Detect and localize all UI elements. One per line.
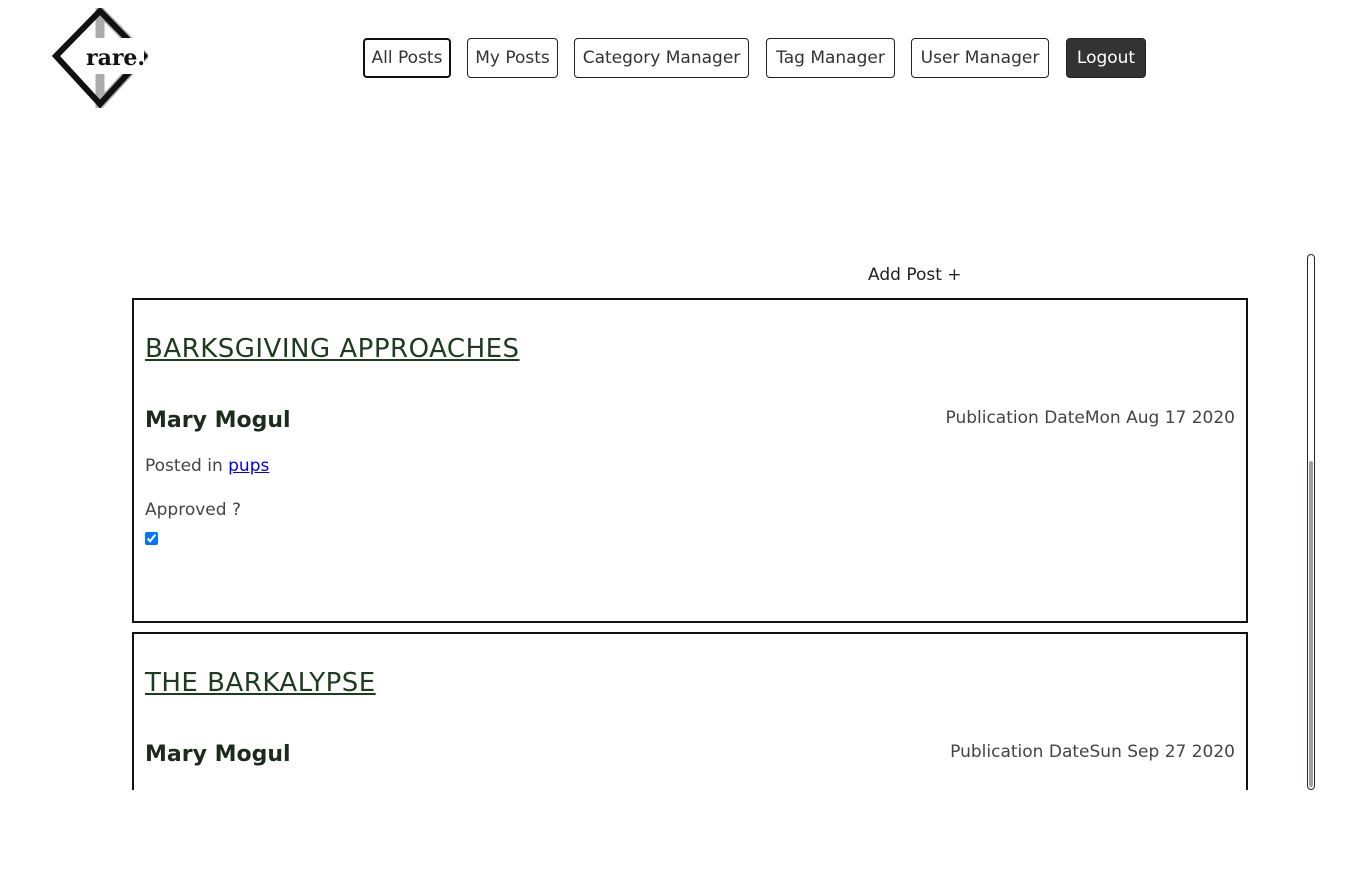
post-publication-date: Publication DateMon Aug 17 2020	[946, 408, 1236, 428]
post-author: Mary Mogul	[145, 742, 291, 767]
publication-date-value: Sun Sep 27 2020	[1089, 742, 1236, 762]
post-card: THE BARKALYPSE Mary Mogul Publication Da…	[132, 632, 1248, 790]
post-list[interactable]: BARKSGIVING APPROACHES Mary Mogul Public…	[132, 298, 1248, 790]
posted-in-label: Posted in	[145, 456, 223, 476]
nav-tag-manager-button[interactable]: Tag Manager	[766, 38, 895, 78]
post-list-scrollbar[interactable]	[1307, 254, 1315, 790]
category-link[interactable]: pups	[228, 456, 269, 476]
approved-checkbox[interactable]	[145, 532, 158, 545]
nav-user-manager-button[interactable]: User Manager	[911, 38, 1049, 78]
logout-button[interactable]: Logout	[1066, 38, 1146, 78]
post-title-link[interactable]: BARKSGIVING APPROACHES	[145, 334, 520, 364]
post-category-line: Posted in pups	[145, 456, 269, 476]
post-title-link[interactable]: THE BARKALYPSE	[145, 668, 376, 698]
publication-date-label: Publication Date	[950, 742, 1090, 762]
nav-my-posts-button[interactable]: My Posts	[467, 38, 558, 78]
post-publication-date: Publication DateSun Sep 27 2020	[950, 742, 1235, 762]
logo-diamond-icon: rare.	[51, 0, 151, 116]
add-post-link[interactable]: Add Post +	[868, 265, 962, 285]
logo-text: rare.	[86, 45, 145, 71]
rare-logo[interactable]: rare.	[51, 0, 151, 116]
publication-date-value: Mon Aug 17 2020	[1084, 408, 1235, 428]
nav-category-manager-button[interactable]: Category Manager	[574, 38, 749, 78]
publication-date-label: Publication Date	[945, 408, 1085, 428]
post-card: BARKSGIVING APPROACHES Mary Mogul Public…	[132, 298, 1248, 623]
scrollbar-thumb[interactable]	[1309, 461, 1313, 787]
approved-label: Approved ?	[145, 500, 241, 520]
post-author: Mary Mogul	[145, 408, 291, 433]
nav-all-posts-button[interactable]: All Posts	[363, 38, 451, 78]
